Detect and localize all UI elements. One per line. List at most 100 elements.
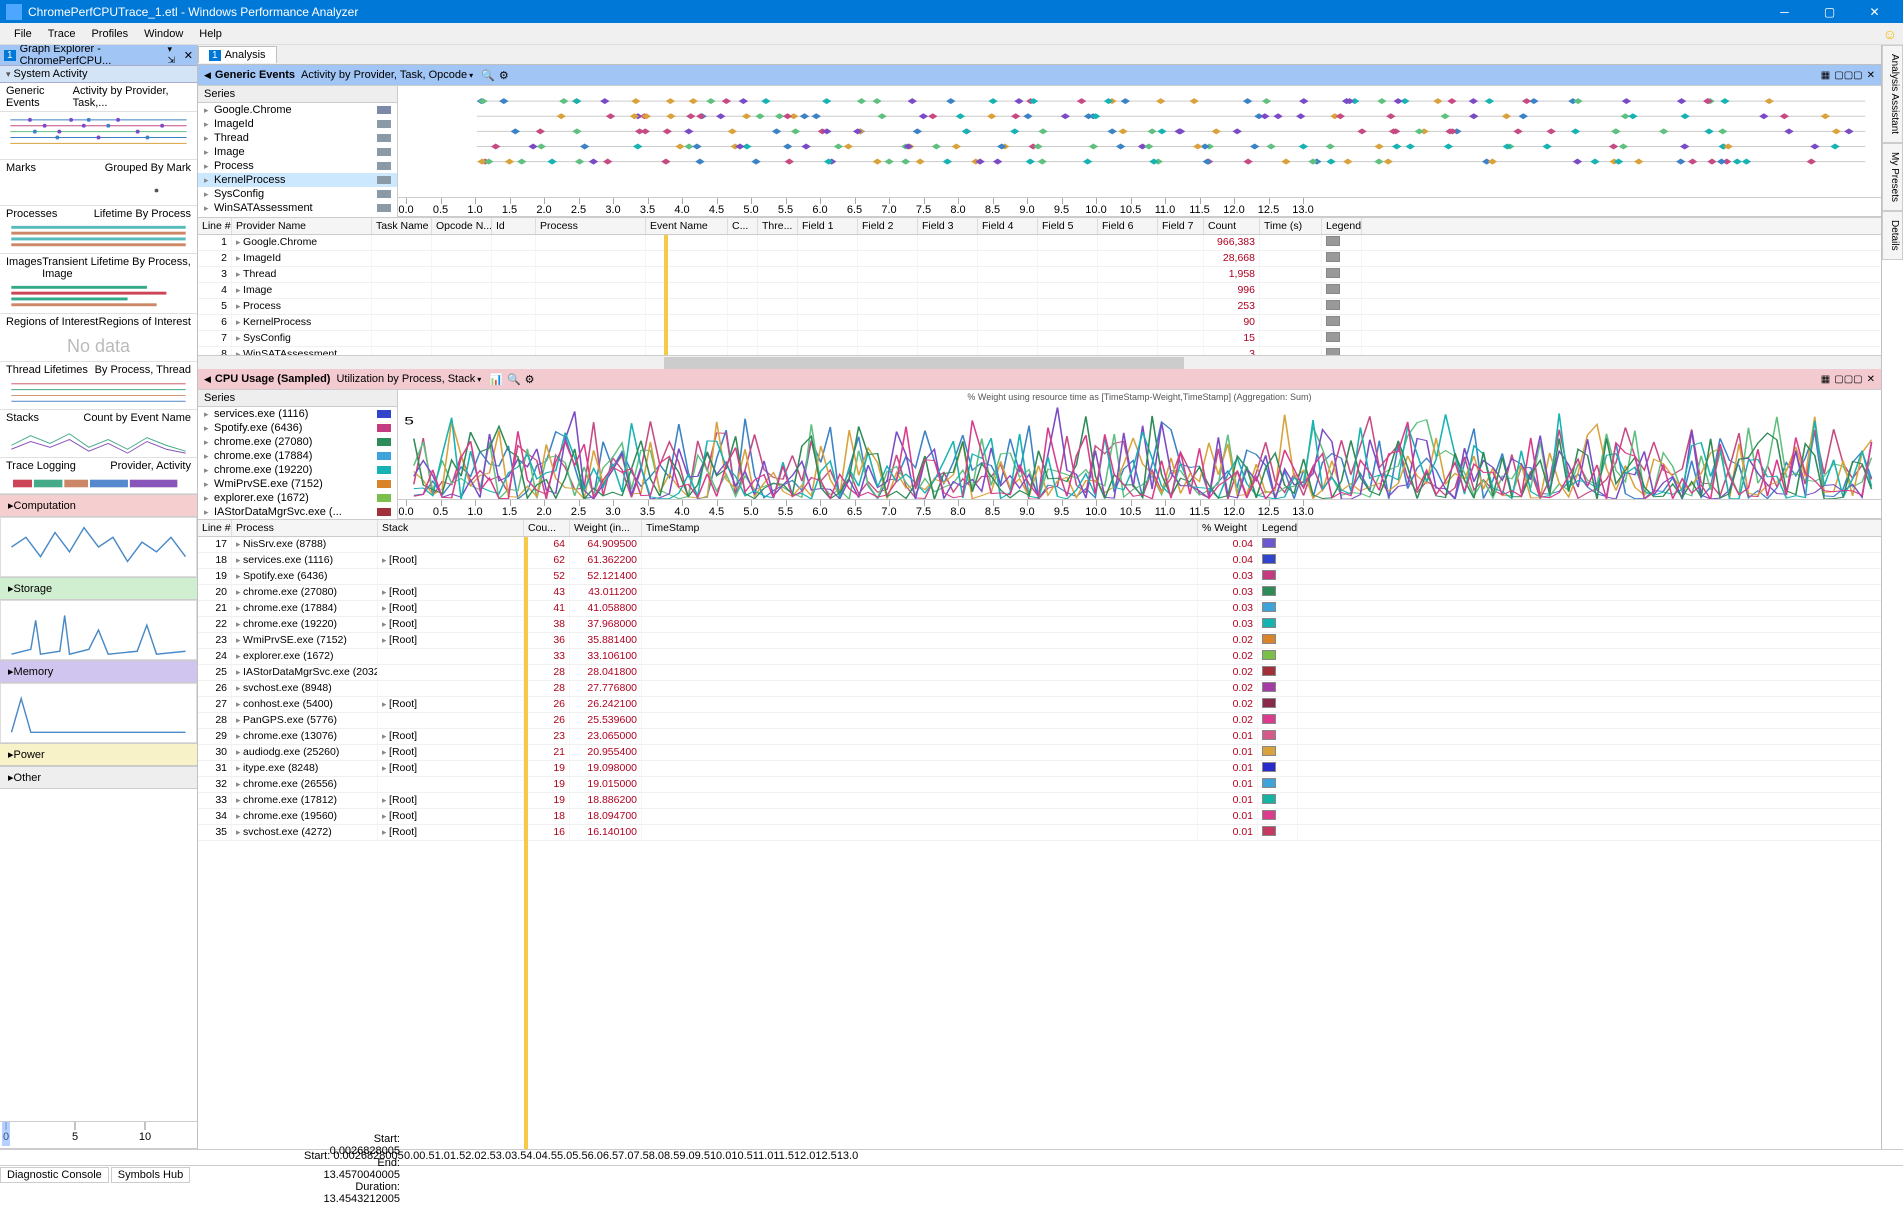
series-item[interactable]: ▸SysConfig: [198, 187, 397, 201]
stacks-thumb[interactable]: [0, 426, 197, 458]
table-row[interactable]: 22▸ chrome.exe (19220)▸ [Root]3837.96800…: [198, 617, 1881, 633]
computation-thumb[interactable]: [0, 517, 197, 577]
column-header[interactable]: Time (s): [1260, 218, 1322, 234]
images-row[interactable]: Images Transient Lifetime By Process, Im…: [0, 254, 197, 282]
images-thumb[interactable]: [0, 282, 197, 314]
menu-trace[interactable]: Trace: [40, 26, 84, 42]
cpu-ruler[interactable]: 0.00.51.01.52.02.53.03.54.04.55.05.56.06…: [398, 499, 1881, 519]
ge-timeline[interactable]: 0 5 10: [0, 1121, 197, 1149]
column-header[interactable]: Process: [536, 218, 646, 234]
table-row[interactable]: 5▸ Process253: [198, 299, 1881, 315]
settings-icon[interactable]: ⚙: [499, 69, 509, 82]
column-header[interactable]: Stack: [378, 520, 524, 536]
column-header[interactable]: Cou...: [524, 520, 570, 536]
series-item[interactable]: ▸IAStorDataMgrSvc.exe (...: [198, 505, 397, 519]
menu-file[interactable]: File: [6, 26, 40, 42]
column-header[interactable]: Task Name: [372, 218, 432, 234]
column-header[interactable]: Legend: [1258, 520, 1298, 536]
generic-events-thumb[interactable]: [0, 112, 197, 160]
preset-dropdown[interactable]: ▾: [469, 71, 473, 80]
column-header[interactable]: Thre...: [758, 218, 798, 234]
tab-details[interactable]: Details: [1882, 211, 1903, 260]
column-header[interactable]: Legend: [1322, 218, 1362, 234]
chart-icon[interactable]: 📊: [489, 373, 503, 386]
memory-thumb[interactable]: [0, 683, 197, 743]
series-item[interactable]: ▸WinSATAssessment: [198, 201, 397, 215]
pane-close[interactable]: ✕: [184, 49, 193, 62]
ge-scrollbar[interactable]: [198, 355, 1881, 369]
search-icon[interactable]: 🔍: [507, 373, 521, 386]
ge-table-body[interactable]: 1▸ Google.Chrome966,3832▸ ImageId28,6683…: [198, 235, 1881, 355]
column-header[interactable]: C...: [728, 218, 758, 234]
category-power[interactable]: ▸Power: [0, 743, 197, 766]
generic-events-panel-header[interactable]: ◀ Generic Events Activity by Provider, T…: [198, 65, 1881, 85]
marks-row[interactable]: Marks Grouped By Mark: [0, 160, 197, 176]
series-item[interactable]: ▸Process: [198, 159, 397, 173]
column-header[interactable]: Line #: [198, 218, 232, 234]
layout-icon[interactable]: ▢▢▢: [1834, 374, 1862, 385]
table-row[interactable]: 29▸ chrome.exe (13076)▸ [Root]2323.06500…: [198, 729, 1881, 745]
column-header[interactable]: Provider Name: [232, 218, 372, 234]
table-row[interactable]: 31▸ itype.exe (8248)▸ [Root]1919.0980000…: [198, 761, 1881, 777]
bottom-ruler[interactable]: 0.00.51.01.52.02.53.03.54.04.55.05.56.06…: [404, 1150, 1881, 1166]
cpu-usage-panel-header[interactable]: ◀ CPU Usage (Sampled) Utilization by Pro…: [198, 369, 1881, 389]
table-row[interactable]: 23▸ WmiPrvSE.exe (7152)▸ [Root]3635.8814…: [198, 633, 1881, 649]
view-toggle-icon[interactable]: ▦: [1821, 374, 1830, 385]
table-row[interactable]: 20▸ chrome.exe (27080)▸ [Root]4343.01120…: [198, 585, 1881, 601]
column-header[interactable]: Field 3: [918, 218, 978, 234]
cpu-table-body[interactable]: 17▸ NisSrv.exe (8788)6464.9095000.0418▸ …: [198, 537, 1881, 1149]
category-other[interactable]: ▸Other: [0, 766, 197, 789]
diagnostic-console-button[interactable]: Diagnostic Console: [0, 1167, 109, 1183]
ge-divider[interactable]: [664, 235, 668, 355]
series-item[interactable]: ▸ImageId: [198, 117, 397, 131]
column-header[interactable]: Field 6: [1098, 218, 1158, 234]
category-storage[interactable]: ▸Storage: [0, 577, 197, 600]
preset-dropdown[interactable]: ▾: [477, 375, 481, 384]
roi-row[interactable]: Regions of Interest Regions of Interest: [0, 314, 197, 330]
table-row[interactable]: 32▸ chrome.exe (26556)1919.0150000.01: [198, 777, 1881, 793]
view-toggle-icon[interactable]: ▦: [1821, 70, 1830, 81]
settings-icon[interactable]: ⚙: [525, 373, 535, 386]
search-icon[interactable]: 🔍: [481, 69, 495, 82]
cpu-graph[interactable]: % Weight using resource time as [TimeSta…: [398, 390, 1881, 519]
tracelog-row[interactable]: Trace Logging Provider, Activity: [0, 458, 197, 474]
column-header[interactable]: Field 4: [978, 218, 1038, 234]
column-header[interactable]: Event Name: [646, 218, 728, 234]
table-row[interactable]: 6▸ KernelProcess90: [198, 315, 1881, 331]
column-header[interactable]: Field 1: [798, 218, 858, 234]
column-header[interactable]: Opcode N...: [432, 218, 492, 234]
symbols-hub-button[interactable]: Symbols Hub: [111, 1167, 190, 1183]
table-row[interactable]: 21▸ chrome.exe (17884)▸ [Root]4141.05880…: [198, 601, 1881, 617]
cpu-divider[interactable]: [524, 537, 528, 1149]
panel-close-icon[interactable]: ✕: [1867, 70, 1875, 81]
marks-thumb[interactable]: [0, 176, 197, 206]
processes-thumb[interactable]: [0, 222, 197, 254]
maximize-button[interactable]: ▢: [1807, 0, 1852, 23]
column-header[interactable]: Field 5: [1038, 218, 1098, 234]
close-button[interactable]: ✕: [1852, 0, 1897, 23]
threads-thumb[interactable]: [0, 378, 197, 410]
table-row[interactable]: 35▸ svchost.exe (4272)▸ [Root]1616.14010…: [198, 825, 1881, 841]
pane-dropdown[interactable]: ▾ ⇲: [168, 45, 180, 66]
table-row[interactable]: 17▸ NisSrv.exe (8788)6464.9095000.04: [198, 537, 1881, 553]
table-row[interactable]: 25▸ IAStorDataMgrSvc.exe (2032)2828.0418…: [198, 665, 1881, 681]
ge-graph[interactable]: 0.00.51.01.52.02.53.03.54.04.55.05.56.06…: [398, 86, 1881, 217]
menu-profiles[interactable]: Profiles: [83, 26, 136, 42]
tab-analysis[interactable]: 1 Analysis: [198, 46, 277, 63]
series-item[interactable]: ▸Thread: [198, 131, 397, 145]
table-row[interactable]: 18▸ services.exe (1116)▸ [Root]6261.3622…: [198, 553, 1881, 569]
roi-thumb[interactable]: No data: [0, 330, 197, 362]
table-row[interactable]: 34▸ chrome.exe (19560)▸ [Root]1818.09470…: [198, 809, 1881, 825]
table-row[interactable]: 27▸ conhost.exe (5400)▸ [Root]2626.24210…: [198, 697, 1881, 713]
series-item[interactable]: ▸WmiPrvSE.exe (7152): [198, 477, 397, 491]
menu-help[interactable]: Help: [191, 26, 230, 42]
processes-row[interactable]: Processes Lifetime By Process: [0, 206, 197, 222]
series-item[interactable]: ▸services.exe (1116): [198, 407, 397, 421]
series-item[interactable]: ▸Image: [198, 145, 397, 159]
column-header[interactable]: Process: [232, 520, 378, 536]
stacks-row[interactable]: Stacks Count by Event Name: [0, 410, 197, 426]
series-item[interactable]: ▸chrome.exe (27080): [198, 435, 397, 449]
tab-my-presets[interactable]: My Presets: [1882, 143, 1903, 211]
table-row[interactable]: 1▸ Google.Chrome966,383: [198, 235, 1881, 251]
column-header[interactable]: Id: [492, 218, 536, 234]
